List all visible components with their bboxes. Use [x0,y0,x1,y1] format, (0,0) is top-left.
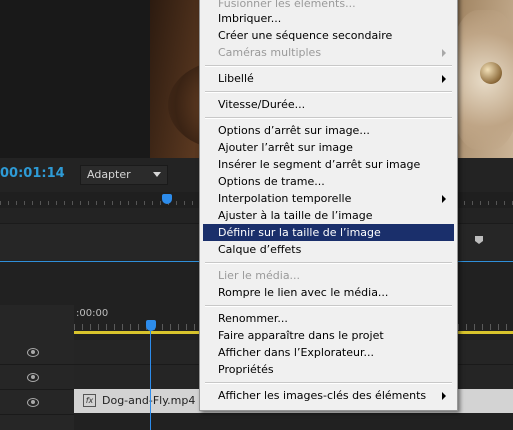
menu-separator [205,382,452,384]
menu-item-frame-hold-options[interactable]: Options d’arrêt sur image... [203,122,454,139]
menu-item-show-clip-keyframes[interactable]: Afficher les images-clés des éléments [203,387,454,404]
eye-icon[interactable] [27,398,39,407]
video-shape [480,62,502,84]
track-header-row [0,365,74,390]
timeline-ruler-timecode: :00:00 [76,308,109,319]
menu-item-unlink-media[interactable]: Rompre le lien avec le média... [203,284,454,301]
eye-icon[interactable] [27,373,39,382]
menu-item-rename[interactable]: Renommer... [203,310,454,327]
submenu-arrow-icon [442,75,446,83]
menu-item-adjustment-layer[interactable]: Calque d’effets [203,241,454,258]
track-headers [0,305,74,430]
eye-icon[interactable] [27,348,39,357]
menu-item-label[interactable]: Libellé [203,70,454,87]
monitor-playhead[interactable] [162,194,172,204]
submenu-arrow-icon [442,392,446,400]
menu-item-add-frame-hold[interactable]: Ajouter l’arrêt sur image [203,139,454,156]
menu-item-scale-to-frame-size[interactable]: Ajuster à la taille de l’image [203,207,454,224]
track-header-row [0,390,74,415]
timeline-playhead[interactable] [146,320,156,331]
submenu-arrow-icon [442,195,446,203]
context-menu: Fusionner les éléments... Imbriquer... C… [199,0,458,411]
menu-separator [205,91,452,93]
submenu-arrow-icon [442,49,446,57]
menu-item-properties[interactable]: Propriétés [203,361,454,378]
menu-separator [205,65,452,67]
fx-badge-icon: fx [83,394,96,407]
fit-dropdown[interactable]: Adapter [80,165,168,185]
clip-name: Dog-and-Fly.mp4 [102,394,196,407]
track-header-row [0,340,74,365]
menu-separator [205,117,452,119]
menu-item-time-interpolation[interactable]: Interpolation temporelle [203,190,454,207]
menu-item-set-to-frame-size[interactable]: Définir sur la taille de l’image [203,224,454,241]
menu-item-multi-camera: Caméras multiples [203,44,454,61]
menu-separator [205,262,452,264]
menu-item-field-options[interactable]: Options de trame... [203,173,454,190]
menu-item-insert-frame-hold[interactable]: Insérer le segment d’arrêt sur image [203,156,454,173]
fit-dropdown-value: Adapter [87,168,131,181]
menu-item-nest[interactable]: Imbriquer... [203,10,454,27]
playhead-timecode[interactable]: 00:01:14 [0,166,65,181]
menu-item-speed-duration[interactable]: Vitesse/Durée... [203,96,454,113]
marker-icon[interactable] [474,235,484,245]
menu-item-reveal-in-explorer[interactable]: Afficher dans l’Explorateur... [203,344,454,361]
menu-separator [205,305,452,307]
playhead-line [150,330,151,430]
menu-item-reveal-in-project[interactable]: Faire apparaître dans le projet [203,327,454,344]
menu-item-link-media: Lier le média... [218,269,301,282]
video-shape [450,10,513,150]
menu-item-make-subsequence[interactable]: Créer une séquence secondaire [203,27,454,44]
chevron-down-icon [153,172,161,177]
